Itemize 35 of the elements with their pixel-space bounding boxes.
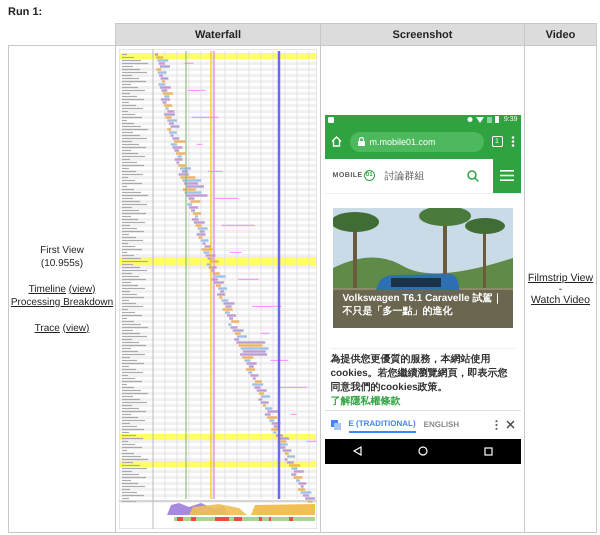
link[interactable]: Filmstrip View — [526, 272, 595, 284]
separator: - — [558, 284, 562, 294]
recents-icon — [484, 446, 492, 456]
more-icon — [510, 136, 514, 147]
column-header: Waterfall — [116, 24, 320, 46]
lock-icon — [358, 137, 364, 146]
menu-button[interactable] — [492, 158, 520, 192]
back-icon — [352, 446, 362, 456]
link[interactable]: Watch Video — [526, 294, 595, 306]
link[interactable]: Trace — [34, 322, 60, 334]
language-tab[interactable]: ENGLISH — [424, 417, 460, 432]
link[interactable]: Timeline — [28, 284, 66, 294]
home-icon — [330, 136, 342, 147]
article-title[interactable]: Volkswagen T6.1 Caravelle 試駕｜ — [342, 292, 508, 304]
status-icons-drawing — [466, 116, 501, 123]
notification-icon — [328, 116, 334, 122]
link[interactable]: (view) — [68, 284, 96, 294]
search-icon — [466, 170, 478, 182]
cookie-notice: 為提供您更優質的服務，本網站使用cookies。若您繼續瀏覽網頁，即表示您同意我們的cookies政策。 了解隱私權條款 — [330, 348, 514, 408]
run-title: Run 1: — [8, 6, 44, 18]
link[interactable]: (view) — [62, 322, 90, 334]
more-icon — [494, 420, 498, 430]
translate-icon — [330, 420, 340, 430]
home-icon — [418, 446, 428, 456]
url-text: m.mobile01.com — [370, 136, 436, 146]
load-time: (10.955s) — [40, 256, 84, 270]
link[interactable]: Processing Breakdown — [10, 296, 114, 308]
article-subtitle[interactable]: 不只是「多一點」的進化 — [342, 304, 508, 318]
section-title: 討論群組 — [384, 170, 425, 182]
language-tab[interactable]: E (TRADITIONAL) — [348, 416, 416, 433]
view-label: First View — [39, 244, 85, 256]
menu-icon — [500, 170, 514, 181]
column-header: Video — [524, 24, 596, 46]
close-icon — [506, 420, 514, 429]
column-header: Screenshot — [320, 24, 524, 46]
